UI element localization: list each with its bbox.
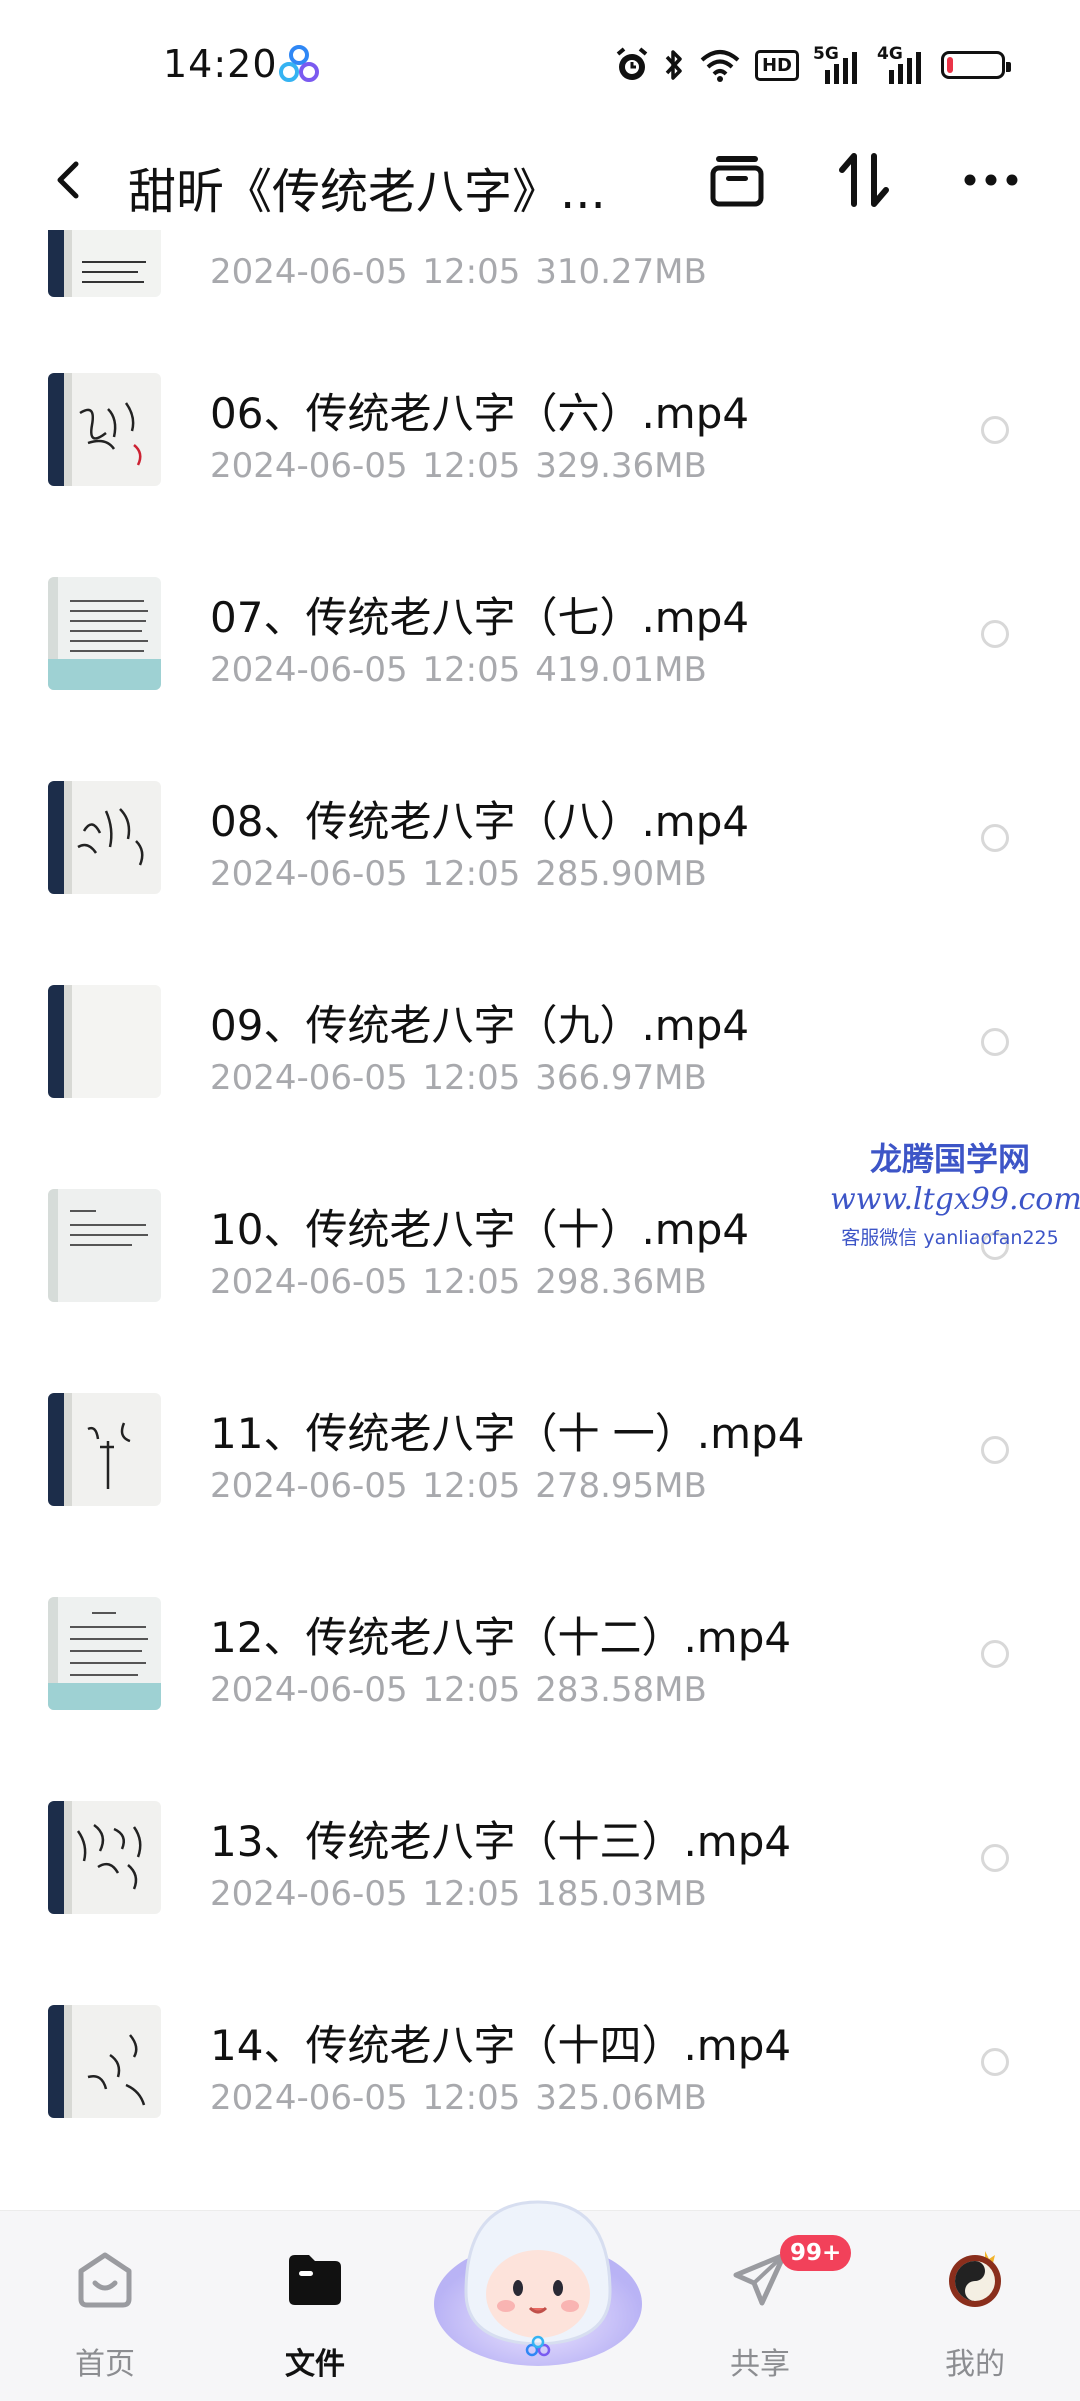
tab-files[interactable]: 文件 bbox=[240, 2211, 390, 2401]
notification-badge: 99+ bbox=[780, 2235, 852, 2271]
file-row[interactable]: 07、传统老八字（七）.mp4 2024-06-05 12:05 419.01M… bbox=[0, 548, 1080, 752]
battery-icon bbox=[941, 51, 1011, 79]
signal-4g-icon: 4G bbox=[877, 44, 927, 84]
archive-button[interactable] bbox=[702, 148, 772, 212]
select-radio[interactable] bbox=[981, 1640, 1009, 1668]
status-bar: 14:20 HD 5G 4G bbox=[0, 0, 1080, 130]
video-thumbnail bbox=[48, 1189, 161, 1302]
file-row[interactable]: 09、传统老八字（九）.mp4 2024-06-05 12:05 366.97M… bbox=[0, 956, 1080, 1160]
file-name: 11、传统老八字（十 一）.mp4 bbox=[210, 1409, 805, 1458]
video-thumbnail bbox=[48, 985, 161, 1098]
select-radio[interactable] bbox=[981, 620, 1009, 648]
select-radio[interactable] bbox=[981, 824, 1009, 852]
archive-icon bbox=[710, 156, 764, 207]
video-thumbnail bbox=[48, 1801, 161, 1914]
watermark-url: www.ltgx99.com bbox=[830, 1182, 1080, 1217]
alarm-icon bbox=[615, 47, 649, 83]
video-thumbnail bbox=[48, 230, 161, 297]
tab-label: 文件 bbox=[285, 2347, 345, 2382]
file-row[interactable]: 06、传统老八字（六）.mp4 2024-06-05 12:05 329.36M… bbox=[0, 344, 1080, 548]
sort-button[interactable] bbox=[829, 148, 899, 212]
sort-icon bbox=[839, 153, 889, 207]
select-radio[interactable] bbox=[981, 1844, 1009, 1872]
home-icon bbox=[78, 2252, 132, 2308]
hd-voice-icon: HD bbox=[754, 49, 799, 81]
bluetooth-icon bbox=[663, 47, 685, 83]
file-name: 10、传统老八字（十）.mp4 bbox=[210, 1205, 750, 1254]
file-row[interactable]: 08、传统老八字（八）.mp4 2024-06-05 12:05 285.90M… bbox=[0, 752, 1080, 956]
file-meta: 2024-06-05 12:05 278.95MB bbox=[210, 1466, 707, 1506]
video-thumbnail bbox=[48, 373, 161, 486]
avatar-icon bbox=[949, 2251, 1001, 2307]
folder-icon bbox=[289, 2255, 341, 2305]
file-meta: 2024-06-05 12:05 325.06MB bbox=[210, 2078, 707, 2118]
file-meta: 2024-06-05 12:05 329.36MB bbox=[210, 446, 707, 486]
file-row[interactable]: 12、传统老八字（十二）.mp4 2024-06-05 12:05 283.58… bbox=[0, 1568, 1080, 1772]
file-row[interactable]: 13、传统老八字（十三）.mp4 2024-06-05 12:05 185.03… bbox=[0, 1772, 1080, 1976]
select-radio[interactable] bbox=[981, 1028, 1009, 1056]
select-radio[interactable] bbox=[981, 416, 1009, 444]
file-meta: 2024-06-05 12:05 366.97MB bbox=[210, 1058, 707, 1098]
file-row[interactable]: 11、传统老八字（十 一）.mp4 2024-06-05 12:05 278.9… bbox=[0, 1364, 1080, 1568]
tab-label: 共享 bbox=[730, 2347, 790, 2382]
tab-label: 首页 bbox=[75, 2347, 135, 2382]
file-meta: 2024-06-05 12:05 310.27MB bbox=[210, 252, 707, 292]
file-row[interactable]: 14、传统老八字（十四）.mp4 2024-06-05 12:05 325.06… bbox=[0, 1976, 1080, 2180]
watermark: 龙腾国学网 www.ltgx99.com 客服微信 yanliaofan225 bbox=[830, 1134, 1080, 1250]
file-meta: 2024-06-05 12:05 298.36MB bbox=[210, 1262, 707, 1302]
select-radio[interactable] bbox=[981, 2048, 1009, 2076]
file-meta: 2024-06-05 12:05 185.03MB bbox=[210, 1874, 707, 1914]
video-thumbnail bbox=[48, 1597, 161, 1710]
video-thumbnail bbox=[48, 2005, 161, 2118]
video-thumbnail bbox=[48, 1393, 161, 1506]
tab-home[interactable]: 首页 bbox=[30, 2211, 180, 2401]
cloud-sync-icon bbox=[279, 45, 319, 82]
tab-label: 我的 bbox=[945, 2347, 1005, 2382]
page-title: 甜昕《传统老八字》... bbox=[128, 164, 606, 220]
select-radio[interactable] bbox=[981, 1436, 1009, 1464]
assistant-mascot-button[interactable] bbox=[428, 2172, 648, 2372]
app-header: 甜昕《传统老八字》... bbox=[0, 130, 1080, 230]
file-name: 08、传统老八字（八）.mp4 bbox=[210, 797, 750, 846]
back-button[interactable] bbox=[46, 156, 94, 204]
watermark-contact: 客服微信 yanliaofan225 bbox=[841, 1227, 1059, 1249]
file-name: 14、传统老八字（十四）.mp4 bbox=[210, 2021, 792, 2070]
video-thumbnail bbox=[48, 577, 161, 690]
file-meta: 2024-06-05 12:05 283.58MB bbox=[210, 1670, 707, 1710]
file-name: 06、传统老八字（六）.mp4 bbox=[210, 389, 750, 438]
file-name: 07、传统老八字（七）.mp4 bbox=[210, 593, 750, 642]
video-thumbnail bbox=[48, 781, 161, 894]
more-icon bbox=[964, 174, 1018, 186]
file-name: 09、传统老八字（九）.mp4 bbox=[210, 1001, 750, 1050]
watermark-title: 龙腾国学网 bbox=[869, 1140, 1030, 1178]
file-name: 12、传统老八字（十二）.mp4 bbox=[210, 1613, 792, 1662]
file-name: 13、传统老八字（十三）.mp4 bbox=[210, 1817, 792, 1866]
status-time: 14:20 bbox=[163, 42, 278, 86]
file-meta: 2024-06-05 12:05 419.01MB bbox=[210, 650, 707, 690]
more-button[interactable] bbox=[956, 148, 1026, 212]
wifi-icon bbox=[699, 48, 741, 82]
signal-5g-icon: 5G bbox=[813, 44, 863, 84]
file-meta: 2024-06-05 12:05 285.90MB bbox=[210, 854, 707, 894]
tab-profile[interactable]: 我的 bbox=[900, 2211, 1050, 2401]
file-row[interactable]: 2024-06-05 12:05 310.27MB bbox=[0, 230, 1080, 344]
